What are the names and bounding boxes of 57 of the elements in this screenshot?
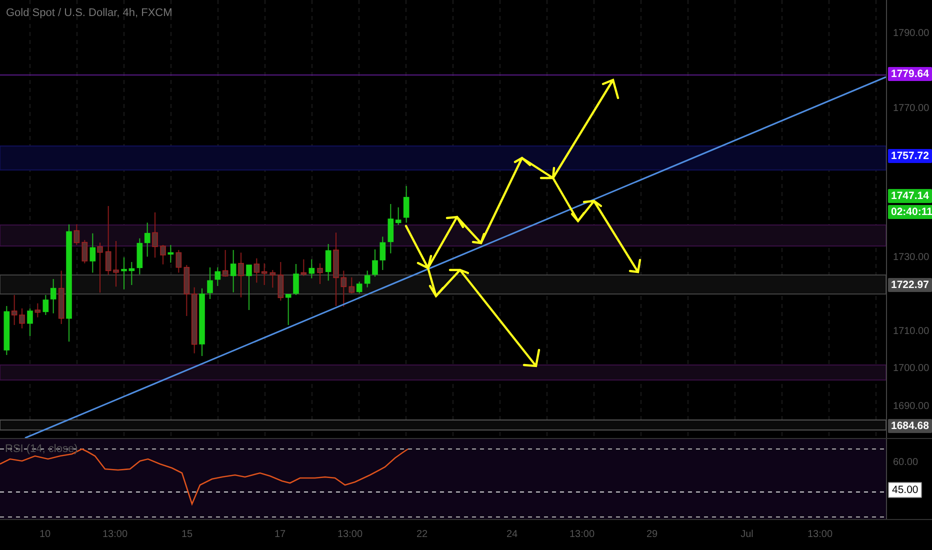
time-tick: 13:00 <box>102 529 128 540</box>
price-badge: 1722.97 <box>888 278 932 292</box>
rsi-badge: 45.00 <box>888 482 922 498</box>
candle <box>176 250 182 274</box>
price-tick: 1730.00 <box>893 252 930 263</box>
candle <box>74 224 80 246</box>
price-badge: 02:40:11 <box>888 205 932 219</box>
candle <box>270 270 276 288</box>
candle <box>121 256 127 290</box>
time-tick: 22 <box>416 529 428 540</box>
candle <box>82 240 88 264</box>
candle <box>34 302 41 318</box>
candle <box>199 288 205 356</box>
candle <box>293 264 299 296</box>
candle <box>160 244 166 265</box>
price-badge: 1779.64 <box>888 67 932 81</box>
rsi-tick: 60.00 <box>893 457 918 468</box>
candle <box>364 270 370 288</box>
price-tick: 1770.00 <box>893 103 930 114</box>
time-tick: 15 <box>181 529 193 540</box>
time-tick: 17 <box>274 529 286 540</box>
candle <box>403 186 410 224</box>
candle <box>238 252 244 298</box>
price-tick: 1690.00 <box>893 401 930 412</box>
candle <box>113 240 119 288</box>
candle <box>230 250 236 293</box>
price-tick: 1790.00 <box>893 28 930 39</box>
price-badge: 1684.68 <box>888 419 932 433</box>
candle <box>317 262 323 284</box>
candle <box>168 244 174 264</box>
candle <box>246 264 252 310</box>
time-tick: 10 <box>39 529 51 540</box>
candle <box>152 212 158 258</box>
candle <box>308 258 315 279</box>
rsi-title: RSI (14, close) <box>5 443 78 455</box>
chart-title: Gold Spot / U.S. Dollar, 4h, FXCM <box>6 7 172 19</box>
candle <box>380 236 386 270</box>
time-tick: Jul <box>740 529 754 540</box>
time-tick: 24 <box>506 529 518 540</box>
candle <box>372 248 378 278</box>
time-tick: 13:00 <box>337 529 363 540</box>
price-tick: 1710.00 <box>893 326 930 337</box>
price-badge: 1747.14 <box>888 189 932 203</box>
price-badge: 1757.72 <box>888 149 932 163</box>
candle <box>325 244 332 282</box>
candle <box>207 266 213 300</box>
time-tick: 29 <box>646 529 658 540</box>
candle <box>105 206 112 276</box>
candle <box>19 308 25 329</box>
candle <box>128 262 135 286</box>
price-tick: 1700.00 <box>893 363 930 374</box>
candle <box>300 258 307 276</box>
candle <box>58 270 64 324</box>
time-tick: 13:00 <box>807 529 833 540</box>
candle <box>340 270 347 308</box>
time-tick: 13:00 <box>569 529 595 540</box>
candle <box>27 308 33 336</box>
